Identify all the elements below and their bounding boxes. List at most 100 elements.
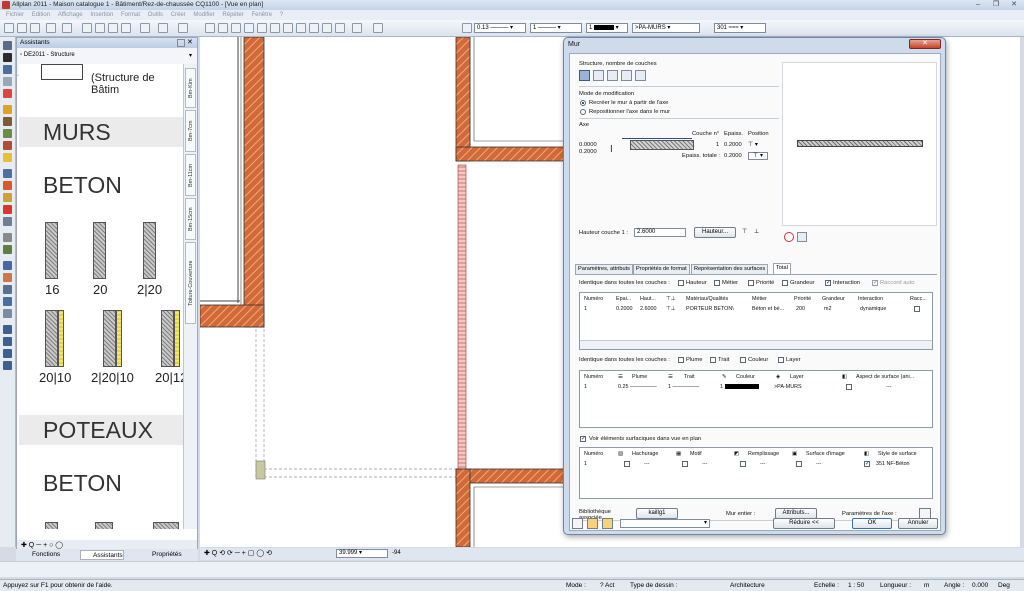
- zoom-controls-icon[interactable]: ✚ Q ─ + ○ ◯: [21, 541, 63, 549]
- menu-repeter[interactable]: Répéter: [222, 12, 243, 18]
- five-layers-icon[interactable]: [635, 70, 646, 81]
- landscape-tool-icon[interactable]: [3, 245, 12, 254]
- td-motif-check[interactable]: [682, 461, 688, 467]
- bibliotheque-button[interactable]: kaillg1: [636, 508, 678, 519]
- td-hachurage[interactable]: ---: [644, 461, 649, 467]
- menu-format[interactable]: Format: [121, 12, 140, 18]
- dimension-tool-icon[interactable]: [3, 65, 12, 74]
- hatch-tool-icon[interactable]: [3, 261, 12, 270]
- properties-icon[interactable]: [178, 23, 188, 33]
- sum-tool-icon[interactable]: [3, 349, 12, 358]
- td-numero-3[interactable]: 1: [584, 461, 587, 467]
- report-tool-icon[interactable]: [3, 325, 12, 334]
- panel-pin-icon[interactable]: [177, 39, 185, 47]
- fill-tool-icon[interactable]: [3, 273, 12, 282]
- tab-parametres[interactable]: Paramètres, attributs: [575, 264, 633, 274]
- cut-icon[interactable]: [82, 23, 92, 33]
- td-interaction[interactable]: dynamique: [860, 306, 886, 312]
- roof-tool-icon[interactable]: [3, 141, 12, 150]
- td-aspect[interactable]: ---: [886, 384, 891, 390]
- chk-priorite[interactable]: [748, 280, 754, 286]
- column-tool-icon[interactable]: [3, 181, 12, 190]
- td-materiau[interactable]: PORTEUR BETON\: [686, 306, 734, 312]
- text-tool-icon[interactable]: [3, 53, 12, 62]
- modify-tool-icon[interactable]: [3, 89, 12, 98]
- tab-bm-11cm[interactable]: Bm-11cm: [185, 154, 196, 196]
- three-layers-icon[interactable]: [607, 70, 618, 81]
- td-plume[interactable]: 0.25 ───────: [618, 384, 657, 390]
- layer-select[interactable]: >PA-MURS ▾: [632, 23, 700, 33]
- open-favorite-icon[interactable]: [587, 518, 598, 529]
- chk-metier[interactable]: [714, 280, 720, 286]
- beam-tool-icon[interactable]: [3, 193, 12, 202]
- color-select[interactable]: 1 ▾: [586, 23, 628, 33]
- close-button[interactable]: ✕: [1006, 1, 1022, 9]
- render-icon[interactable]: [296, 23, 306, 33]
- hauteur-button[interactable]: Hauteur...: [694, 227, 736, 238]
- macro-tool-icon[interactable]: [3, 309, 12, 318]
- view-icon[interactable]: [270, 23, 280, 33]
- format-painter-icon[interactable]: [121, 23, 131, 33]
- table1-hscroll[interactable]: [580, 340, 932, 349]
- chk-layer[interactable]: [778, 357, 784, 363]
- tab-fonctions[interactable]: Fonctions: [20, 550, 60, 560]
- help-icon[interactable]: [373, 23, 383, 33]
- one-layer-icon[interactable]: [579, 70, 590, 81]
- height-top-icon[interactable]: ⊤: [742, 228, 750, 236]
- annuler-button[interactable]: Annuler: [898, 518, 938, 529]
- menu-edition[interactable]: Edition: [32, 12, 50, 18]
- tab-format[interactable]: Propriétés de format: [633, 264, 690, 274]
- position-select-icon[interactable]: ⊤ ▾: [748, 141, 762, 148]
- panel-close-icon[interactable]: ✕: [187, 39, 195, 47]
- horizontal-scrollbar[interactable]: [0, 561, 1024, 577]
- door-tool-icon[interactable]: [3, 205, 12, 214]
- td-trait[interactable]: 1 ───────: [668, 384, 699, 390]
- copy-icon[interactable]: [95, 23, 105, 33]
- reduire-button[interactable]: Réduire <<: [773, 518, 835, 529]
- td-couleur[interactable]: 1: [720, 384, 759, 390]
- info-icon[interactable]: [352, 23, 362, 33]
- tab-proprietes[interactable]: Propriétés: [140, 550, 182, 560]
- tree-item[interactable]: ▫ DE2011 - Structure: [20, 52, 75, 58]
- height-bottom-icon[interactable]: ⊥: [754, 228, 762, 236]
- grid-tool-icon[interactable]: [3, 233, 12, 242]
- slab-tool-icon[interactable]: [3, 129, 12, 138]
- hauteur-input[interactable]: 2.6000: [634, 228, 686, 237]
- chk-trait[interactable]: [710, 357, 716, 363]
- wall-16[interactable]: [45, 222, 58, 279]
- wall-20-10[interactable]: [45, 310, 58, 367]
- add-layer-icon[interactable]: [784, 232, 794, 242]
- td-aspect-check[interactable]: [846, 384, 852, 390]
- line-tool-icon[interactable]: [3, 41, 12, 50]
- td-layer[interactable]: >PA-MURS: [774, 384, 802, 390]
- section-icon[interactable]: [257, 23, 267, 33]
- wall-tool-icon[interactable]: [218, 23, 228, 33]
- chk-raccord[interactable]: [872, 279, 878, 286]
- two-layers-icon[interactable]: [593, 70, 604, 81]
- td-hachurage-check[interactable]: [624, 461, 630, 467]
- pattern-tool-icon[interactable]: [3, 285, 12, 294]
- td-priorite[interactable]: 200: [796, 306, 805, 312]
- td-numero-2[interactable]: 1: [584, 384, 587, 390]
- tab-total[interactable]: Total: [773, 263, 791, 274]
- column-medium[interactable]: [95, 522, 113, 529]
- td-hauteur[interactable]: 2.6000: [640, 306, 657, 312]
- menu-modifier[interactable]: Modifier: [193, 12, 214, 18]
- paste-icon[interactable]: [108, 23, 118, 33]
- ok-button[interactable]: OK: [852, 518, 892, 529]
- select-tool-icon[interactable]: [3, 77, 12, 86]
- print-icon[interactable]: [46, 23, 56, 33]
- wall-2-20[interactable]: [143, 222, 156, 279]
- settings-icon[interactable]: [335, 23, 345, 33]
- save-favorite-icon[interactable]: [797, 232, 807, 242]
- list-tool-icon[interactable]: [3, 337, 12, 346]
- building-icon[interactable]: [231, 23, 241, 33]
- new-file-icon[interactable]: [4, 23, 14, 33]
- tab-toiture-couverture[interactable]: Toiture-Couverture: [185, 242, 196, 324]
- opening-tool-icon[interactable]: [3, 117, 12, 126]
- td-remplissage[interactable]: ---: [760, 461, 765, 467]
- dialog-close-button[interactable]: ✕: [909, 39, 941, 49]
- menu-outils[interactable]: Outils: [148, 12, 163, 18]
- tab-bm-7cm[interactable]: Bm-7cm: [185, 110, 196, 152]
- save-icon[interactable]: [30, 23, 40, 33]
